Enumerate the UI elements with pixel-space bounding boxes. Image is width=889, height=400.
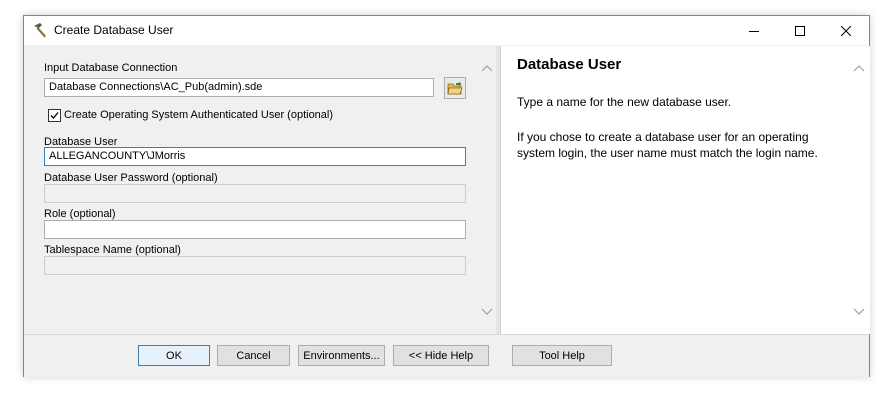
password-label: Database User Password (optional) [44, 172, 218, 184]
role-field[interactable] [44, 220, 466, 239]
ok-button[interactable]: OK [138, 345, 210, 366]
minimize-button[interactable] [731, 16, 777, 45]
input-connection-field[interactable]: Database Connections\AC_Pub(admin).sde [44, 78, 434, 97]
environments-button[interactable]: Environments... [298, 345, 385, 366]
scroll-down-icon[interactable] [481, 308, 493, 316]
db-user-field[interactable]: ALLEGANCOUNTY\JMorris [44, 147, 466, 166]
close-icon [841, 25, 851, 36]
role-label: Role (optional) [44, 208, 116, 220]
open-folder-icon [447, 81, 463, 95]
os-auth-checkbox[interactable] [48, 109, 61, 122]
browse-button[interactable] [444, 77, 466, 99]
tool-help-button[interactable]: Tool Help [512, 345, 612, 366]
check-icon [50, 112, 59, 119]
cancel-button[interactable]: Cancel [217, 345, 290, 366]
os-auth-label[interactable]: Create Operating System Authenticated Us… [64, 109, 333, 121]
input-connection-label: Input Database Connection [44, 62, 178, 74]
maximize-icon [795, 25, 805, 36]
help-paragraph-1: Type a name for the new database user. [517, 95, 732, 109]
title-bar[interactable]: Create Database User [24, 16, 869, 45]
tablespace-field[interactable] [44, 256, 466, 275]
close-button[interactable] [823, 16, 869, 45]
help-paragraph-2: If you chose to create a database user f… [517, 130, 818, 160]
window-title: Create Database User [54, 23, 174, 37]
create-database-user-dialog: Create Database User Input Database Conn… [23, 15, 870, 377]
minimize-icon [749, 30, 759, 32]
help-scroll-up-icon[interactable] [853, 64, 865, 72]
password-field[interactable] [44, 184, 466, 203]
tablespace-label: Tablespace Name (optional) [44, 244, 181, 256]
button-bar: OK Cancel Environments... << Hide Help T… [24, 334, 869, 377]
hide-help-button[interactable]: << Hide Help [393, 345, 489, 366]
parameters-pane: Input Database Connection Database Conne… [24, 46, 496, 333]
maximize-button[interactable] [777, 16, 823, 45]
hammer-icon [34, 23, 46, 38]
help-pane: Database User Type a name for the new da… [500, 46, 870, 334]
help-scroll-down-icon[interactable] [853, 308, 865, 316]
scroll-up-icon[interactable] [481, 64, 493, 72]
help-title: Database User [517, 56, 622, 73]
